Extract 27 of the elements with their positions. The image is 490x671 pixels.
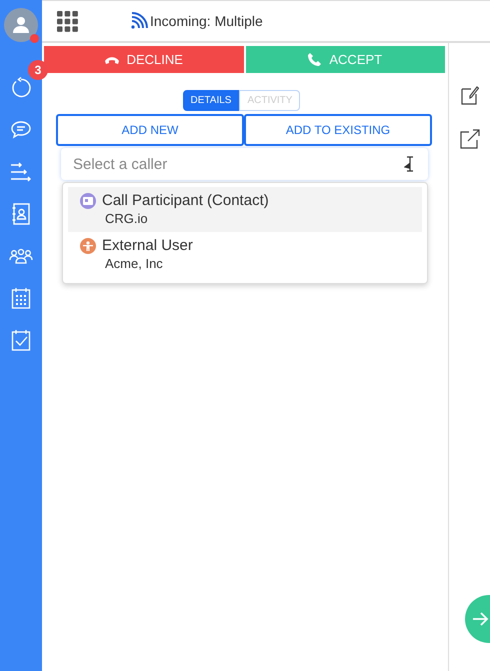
- tab[interactable]: DETAILS: [182, 90, 240, 111]
- caller-option[interactable]: Call Participant (Contact) CRG.io: [68, 187, 422, 232]
- caller-organization: CRG.io: [105, 211, 149, 226]
- person-icon: [12, 16, 30, 34]
- decline-button[interactable]: DECLINE: [44, 46, 244, 73]
- caller-name: External User: [102, 237, 193, 254]
- hang-up-icon: [104, 56, 119, 64]
- status-dot: [30, 34, 39, 43]
- phone-icon: [308, 53, 322, 66]
- signal-icon: [130, 12, 148, 30]
- person-icon: [80, 238, 96, 254]
- call-status-title: Incoming: Multiple: [150, 13, 263, 29]
- contact-card-icon: [80, 192, 96, 208]
- app-grid-icon[interactable]: [57, 10, 78, 32]
- caller-option[interactable]: External User Acme, Inc: [68, 232, 422, 277]
- notification-badge: 3: [28, 60, 48, 80]
- add-button[interactable]: ADD NEW: [56, 114, 244, 146]
- caller-search-field[interactable]: Select a caller: [61, 148, 428, 180]
- next-button[interactable]: [465, 595, 490, 643]
- caller-name: Call Participant (Contact): [102, 192, 269, 209]
- text-cursor-icon: [404, 156, 416, 172]
- external-link-icon[interactable]: [460, 129, 480, 149]
- edit-icon[interactable]: [460, 85, 478, 105]
- avatar[interactable]: [4, 8, 38, 42]
- arrow-icon: [473, 612, 489, 626]
- add-button[interactable]: ADD TO EXISTING: [244, 114, 432, 146]
- caller-organization: Acme, Inc: [105, 256, 164, 271]
